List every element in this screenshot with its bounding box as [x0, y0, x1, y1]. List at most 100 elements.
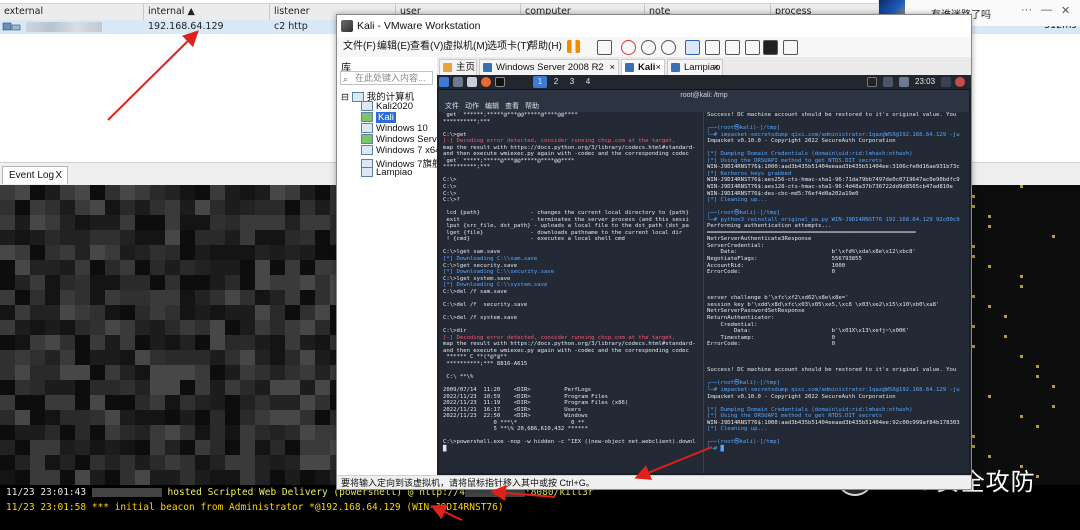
mosaic-cell	[988, 305, 991, 308]
mosaic-cell	[30, 305, 45, 320]
mosaic-cell	[120, 455, 135, 470]
mosaic-cell	[270, 365, 285, 380]
mosaic-cell	[180, 470, 195, 485]
mosaic-cell	[105, 380, 120, 395]
mosaic-cell	[195, 245, 210, 260]
tab-kali[interactable]: Kali ×	[621, 59, 665, 75]
tree-item-kali[interactable]: Kali	[361, 112, 396, 123]
mosaic-cell	[180, 440, 195, 455]
mosaic-cell	[255, 335, 270, 350]
tree-item-windows-server[interactable]: Windows Server	[361, 134, 445, 145]
terminal-line: Success! DC machine account should be re…	[707, 367, 957, 374]
tree-item-windows10[interactable]: Windows 10	[361, 123, 428, 134]
tab-close-icon[interactable]: ×	[609, 60, 615, 76]
mosaic-cell	[270, 350, 285, 365]
mosaic-cell	[210, 380, 225, 395]
pause-icon[interactable]	[567, 40, 580, 53]
menu-edit[interactable]: 编辑(E)	[377, 37, 410, 57]
network-icon[interactable]	[883, 77, 893, 87]
tree-item-windows7-x64[interactable]: Windows 7 x64	[361, 145, 440, 156]
firefox-icon[interactable]	[481, 77, 491, 87]
thumbnail-view-icon[interactable]	[705, 40, 720, 55]
terminal-pane-wmiexec[interactable]: `get` ******;*****@***@@*****@****@@****…	[439, 112, 705, 473]
unity-icon[interactable]	[745, 40, 760, 55]
vm-display[interactable]: 1 2 3 4 23:03 root@kali: /tmp 文件 动作 编辑 查…	[437, 75, 971, 475]
tree-item-lampiao[interactable]: Lampiao	[361, 167, 412, 178]
snapshot-icon[interactable]	[621, 40, 636, 55]
window-titlebar[interactable]: Kali - VMware Workstation	[337, 15, 971, 37]
mosaic-cell	[225, 380, 240, 395]
menu-file[interactable]: 文件(F)	[343, 37, 376, 57]
mosaic-cell	[315, 440, 330, 455]
files-icon[interactable]	[467, 77, 477, 87]
column-external[interactable]: external	[0, 4, 144, 20]
vmware-window[interactable]: Kali - VMware Workstation 文件(F) 编辑(E) 查看…	[336, 14, 972, 490]
tab-home[interactable]: 主页	[439, 59, 477, 75]
cell-internal: 192.168.64.129	[148, 21, 224, 32]
menu-view[interactable]: 查看(V)	[410, 37, 443, 57]
mosaic-cell	[150, 440, 165, 455]
mosaic-cell	[285, 230, 300, 245]
library-view-icon[interactable]	[685, 40, 700, 55]
tab-windows-server[interactable]: Windows Server 2008 R2 x64×	[479, 59, 619, 89]
term-menu-edit[interactable]: 编辑	[485, 102, 499, 112]
snapshot-manager-icon[interactable]	[661, 40, 676, 55]
terminal-window[interactable]: root@kali: /tmp 文件 动作 编辑 查看 帮助 `get` ***…	[439, 90, 969, 473]
terminal-line: Success! DC machine account should be re…	[707, 112, 957, 118]
terminal-titlebar[interactable]: root@kali: /tmp	[439, 90, 969, 102]
mosaic-cell	[30, 230, 45, 245]
mosaic-cell	[30, 470, 45, 485]
tab-lampiao[interactable]: Lampiao ×	[667, 59, 723, 75]
volume-icon[interactable]	[899, 77, 909, 87]
mosaic-cell	[180, 230, 195, 245]
stretch-icon[interactable]	[783, 40, 798, 55]
console-view-icon[interactable]	[763, 40, 778, 55]
library-search-input[interactable]: ⌕ 在此处键入内容...	[340, 71, 433, 85]
term-menu-view[interactable]: 查看	[505, 102, 519, 112]
workspace-4[interactable]: 4	[581, 76, 595, 88]
tab-close-icon[interactable]: X	[55, 167, 62, 185]
terminal-icon[interactable]	[495, 77, 505, 87]
mosaic-cell	[120, 410, 135, 425]
screen-icon[interactable]	[867, 77, 877, 87]
tab-close-icon[interactable]: ×	[655, 60, 661, 76]
tab-close-icon[interactable]: ×	[713, 60, 719, 76]
workspace-1[interactable]: 1	[533, 76, 547, 88]
mosaic-cell	[285, 200, 300, 215]
close-icon[interactable]: ✕	[1061, 4, 1070, 17]
fullscreen-icon[interactable]	[725, 40, 740, 55]
mosaic-cell	[150, 365, 165, 380]
workspace-2[interactable]: 2	[549, 76, 563, 88]
mosaic-cell	[30, 455, 45, 470]
mosaic-cell	[0, 455, 15, 470]
workspace-3[interactable]: 3	[565, 76, 579, 88]
mosaic-cell	[75, 470, 90, 485]
term-menu-action[interactable]: 动作	[465, 102, 479, 112]
mosaic-cell	[210, 395, 225, 410]
mosaic-cell	[285, 380, 300, 395]
desktop-icon[interactable]	[453, 77, 463, 87]
mosaic-cell	[300, 470, 315, 485]
tab-event-log[interactable]: Event Log X	[2, 166, 68, 184]
mosaic-cell	[270, 380, 285, 395]
terminal-pane-secretsdump[interactable]: Success! DC machine account should be re…	[703, 112, 973, 473]
menu-vm[interactable]: 虚拟机(M)	[443, 37, 488, 57]
column-internal[interactable]: internal ▲	[144, 4, 270, 20]
mosaic-cell	[240, 305, 255, 320]
mosaic-cell	[210, 290, 225, 305]
minimize-icon[interactable]: —	[1041, 4, 1052, 16]
menu-tabs[interactable]: 选项卡(T)	[487, 37, 530, 57]
kali-menu-icon[interactable]	[439, 77, 449, 87]
revert-snapshot-icon[interactable]	[641, 40, 656, 55]
mosaic-cell	[15, 320, 30, 335]
send-keys-icon[interactable]	[597, 40, 612, 55]
term-menu-help[interactable]: 帮助	[525, 102, 539, 112]
tree-item-kali2020[interactable]: Kali2020	[361, 101, 413, 112]
power-icon[interactable]	[955, 77, 965, 87]
term-menu-file[interactable]: 文件	[445, 102, 459, 112]
menu-help[interactable]: 帮助(H)	[528, 37, 562, 57]
mosaic-cell	[60, 185, 75, 200]
more-icon[interactable]: ···	[1021, 4, 1032, 16]
mosaic-cell	[255, 260, 270, 275]
lock-icon[interactable]	[941, 77, 951, 87]
